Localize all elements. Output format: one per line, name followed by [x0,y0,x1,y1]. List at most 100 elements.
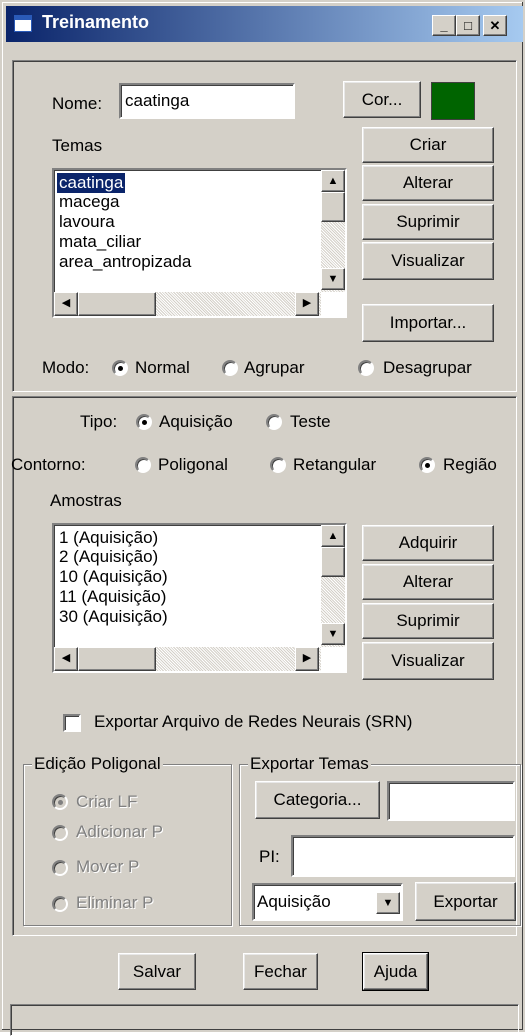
criar-lf-radio[interactable] [52,794,68,810]
modo-agrupar-radio[interactable] [222,360,238,376]
contorno-regiao-label: Região [443,455,497,474]
scroll-up-arrow-icon[interactable]: ▲ [321,170,345,192]
contorno-retangular-label: Retangular [293,455,377,474]
salvar-label: Salvar [132,961,182,981]
alterar-amostra-button[interactable]: Alterar [362,564,494,600]
list-item-tema[interactable]: macega [57,192,121,212]
contorno-label: Contorno: [11,455,86,474]
contorno-retangular-radio[interactable] [270,457,286,473]
pi-label: PI: [259,847,280,866]
temas-vertical-scrollbar[interactable]: ▲ ▼ [321,170,345,292]
scroll-right-arrow-icon[interactable]: ▶ [295,292,319,316]
mover-p-label: Mover P [76,857,140,876]
modo-desagrupar-label: Desagrupar [383,358,472,377]
adquirir-label: Adquirir [398,533,458,552]
visualizar-tema-button[interactable]: Visualizar [362,242,494,280]
chevron-down-icon[interactable]: ▼ [376,892,400,914]
tipo-teste-radio[interactable] [266,414,282,430]
fechar-button[interactable]: Fechar [243,953,318,990]
window-title: Treinamento [42,12,150,32]
tipo-aquisicao-radio[interactable] [136,414,152,430]
ajuda-button[interactable]: Ajuda [362,952,429,991]
salvar-button[interactable]: Salvar [118,953,196,990]
visualizar-amostra-button[interactable]: Visualizar [362,642,494,680]
scroll-left-arrow-icon[interactable]: ◀ [54,647,78,671]
exportar-button[interactable]: Exportar [415,882,516,921]
alterar-tema-button[interactable]: Alterar [362,165,494,201]
modo-agrupar-label: Agrupar [244,358,305,377]
cor-button[interactable]: Cor... [343,81,421,118]
importar-label: Importar... [389,313,467,332]
exportar-label: Exportar [433,891,498,911]
list-item-amostra[interactable]: 1 (Aquisição) [57,528,160,548]
adquirir-button[interactable]: Adquirir [362,525,494,561]
maximize-button[interactable]: □ [456,15,480,36]
tipo-exportar-select[interactable]: Aquisição ▼ [252,883,403,921]
list-item-amostra[interactable]: 11 (Aquisição) [57,587,168,607]
modo-label: Modo: [42,358,90,377]
alterar-label: Alterar [402,173,454,192]
mover-p-radio[interactable] [52,860,68,876]
exportar-temas-title: Exportar Temas [248,754,371,774]
criar-label: Criar [409,135,447,154]
contorno-regiao-radio[interactable] [419,457,435,473]
visualizar-label: Visualizar [391,651,465,670]
ajuda-label: Ajuda [373,961,418,981]
list-item-amostra[interactable]: 2 (Aquisição) [57,547,160,567]
scroll-right-arrow-icon[interactable]: ▶ [295,647,319,671]
categoria-input[interactable] [387,781,515,821]
criar-button[interactable]: Criar [362,127,494,163]
list-item-amostra[interactable]: 10 (Aquisição) [57,567,170,587]
scroll-thumb[interactable] [321,192,345,222]
list-item-amostra[interactable]: 30 (Aquisição) [57,607,170,627]
list-item-tema[interactable]: lavoura [57,212,117,232]
cor-button-label: Cor... [361,89,403,109]
adicionar-p-label: Adicionar P [76,822,163,841]
list-item-tema[interactable]: area_antropizada [57,252,193,272]
eliminar-p-radio[interactable] [52,896,68,912]
list-item-tema[interactable]: mata_ciliar [57,232,143,252]
categoria-button[interactable]: Categoria... [255,781,380,819]
temas-horizontal-scrollbar[interactable]: ◀ ▶ [54,292,321,316]
contorno-poligonal-radio[interactable] [135,457,151,473]
close-button[interactable]: ✕ [483,15,507,36]
adicionar-p-radio[interactable] [52,825,68,841]
list-item-tema[interactable]: caatinga [57,173,126,193]
visualizar-label: Visualizar [391,251,465,270]
temas-label: Temas [52,136,103,155]
nome-input[interactable] [119,83,295,119]
suprimir-label: Suprimir [396,212,460,231]
exportar-srn-checkbox[interactable] [63,714,81,732]
edicao-poligonal-title: Edição Poligonal [32,754,163,774]
amostras-label: Amostras [50,491,122,510]
suprimir-label: Suprimir [396,611,460,630]
contorno-poligonal-label: Poligonal [158,455,228,474]
exportar-srn-label: Exportar Arquivo de Redes Neurais (SRN) [94,712,413,731]
tipo-exportar-value: Aquisição [257,892,331,911]
close-icon: ✕ [489,18,501,33]
pi-input[interactable] [291,835,515,877]
amostras-vertical-scrollbar[interactable]: ▲ ▼ [321,525,345,647]
temas-list[interactable]: caatinga macega lavoura mata_ciliar area… [52,168,347,318]
importar-button[interactable]: Importar... [362,304,494,342]
scroll-thumb[interactable] [321,547,345,577]
title-bar[interactable]: Treinamento _ □ ✕ [6,6,523,42]
scroll-thumb[interactable] [78,647,156,671]
scroll-left-arrow-icon[interactable]: ◀ [54,292,78,316]
scroll-thumb[interactable] [78,292,156,316]
eliminar-p-label: Eliminar P [76,893,154,912]
scroll-down-arrow-icon[interactable]: ▼ [321,623,345,645]
minimize-button[interactable]: _ [432,15,456,36]
tipo-aquisicao-label: Aquisição [159,412,233,431]
modo-normal-radio[interactable] [112,360,128,376]
modo-normal-label: Normal [135,358,190,377]
treinamento-window: Treinamento _ □ ✕ Nome: Cor... Temas caa… [0,0,525,1036]
modo-desagrupar-radio[interactable] [358,360,374,376]
nome-label: Nome: [52,94,103,113]
suprimir-amostra-button[interactable]: Suprimir [362,603,494,639]
amostras-list[interactable]: 1 (Aquisição) 2 (Aquisição) 10 (Aquisiçã… [52,523,347,673]
scroll-up-arrow-icon[interactable]: ▲ [321,525,345,547]
scroll-down-arrow-icon[interactable]: ▼ [321,268,345,290]
suprimir-tema-button[interactable]: Suprimir [362,204,494,240]
amostras-horizontal-scrollbar[interactable]: ◀ ▶ [54,647,321,671]
